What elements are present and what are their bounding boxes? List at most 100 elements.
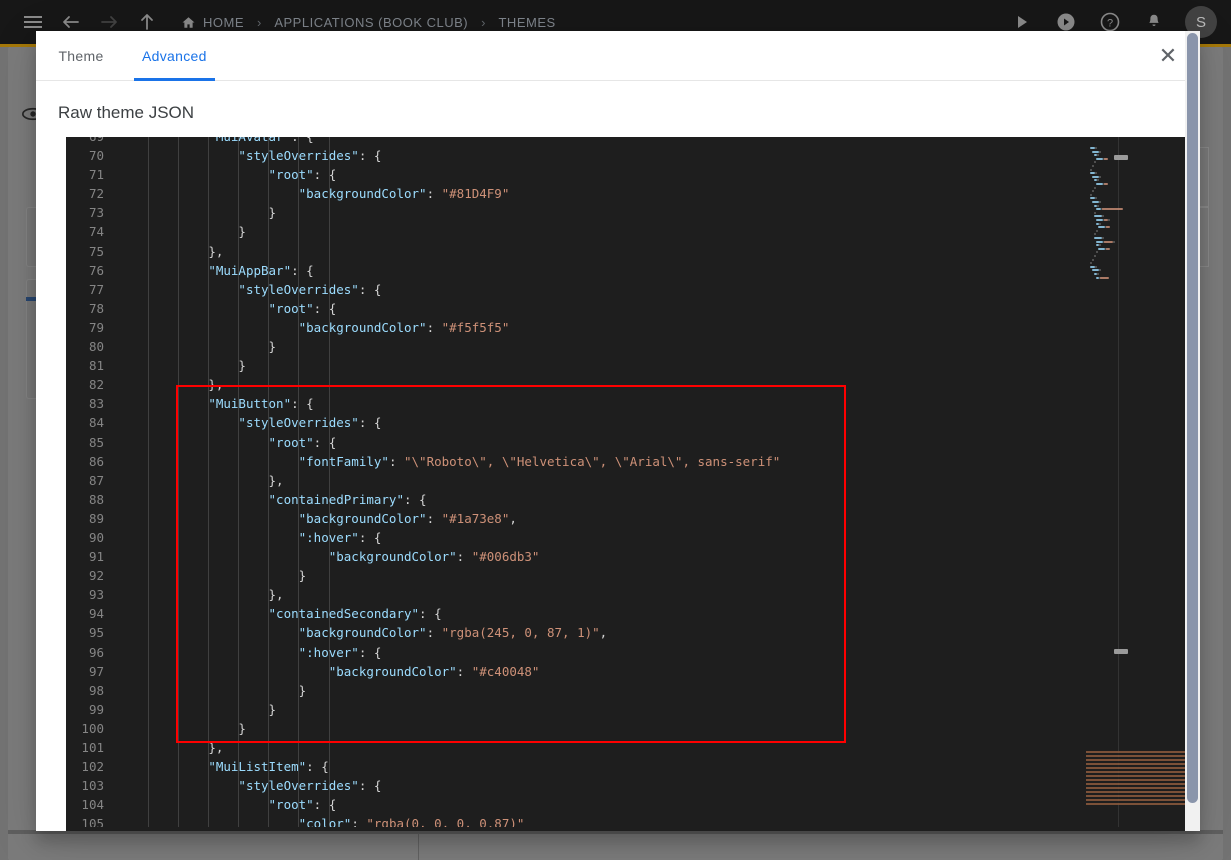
code-text: "styleOverrides": { <box>238 281 382 297</box>
minimap-line <box>1095 265 1098 268</box>
close-glyph: ✕ <box>1158 42 1178 68</box>
minimap-line <box>1096 229 1098 232</box>
code-editor[interactable]: 69 "MuiAvatar": { 70 "styleOverrides": { 7… <box>66 137 1200 831</box>
minimap-line <box>1096 154 1099 157</box>
minimap-line <box>1101 208 1123 211</box>
code-text: }, <box>208 740 224 755</box>
tab-label: Advanced <box>142 47 207 64</box>
code-line: 91 "backgroundColor": "#006db3" <box>66 547 1078 566</box>
dialog-scrollbar-thumb[interactable] <box>1187 33 1198 803</box>
line-number: 70 <box>88 148 104 164</box>
line-number: 83 <box>88 396 104 412</box>
minimap-line <box>1096 204 1099 207</box>
line-number: 81 <box>88 358 104 374</box>
line-number: 79 <box>88 319 104 335</box>
minimap-line <box>1098 201 1101 203</box>
minimap-line <box>1090 193 1092 196</box>
tab-theme[interactable]: Theme <box>36 31 126 80</box>
code-line: 89 "backgroundColor": "#1a73e8", <box>66 509 1078 528</box>
code-text: "backgroundColor": "#c40048" <box>328 663 540 679</box>
code-text: } <box>238 358 246 374</box>
line-number: 98 <box>88 682 104 698</box>
code-line: 78 "root": { <box>66 299 1078 318</box>
code-text: "backgroundColor": "rgba(245, 0, 87, 1)"… <box>298 625 608 641</box>
editor-minimap[interactable] <box>1078 137 1200 831</box>
line-number: 92 <box>88 568 104 584</box>
minimap-line <box>1094 161 1096 164</box>
code-text: "MuiAvatar": { <box>118 137 313 146</box>
line-number: 77 <box>88 281 104 297</box>
line-number: 76 <box>88 262 104 278</box>
minimap-line <box>1098 269 1101 272</box>
code-text: "root": { <box>268 797 337 813</box>
minimap-line <box>1098 226 1106 229</box>
code-line: 86 "fontFamily": "\"Roboto\", \"Helvetic… <box>66 452 1078 471</box>
code-text: "fontFamily": "\"Roboto\", \"Helvetica\"… <box>298 453 781 469</box>
minimap-line <box>1098 175 1101 178</box>
minimap-line <box>1090 262 1092 265</box>
code-text: } <box>238 720 246 736</box>
code-text: } <box>298 682 307 698</box>
line-number: 93 <box>88 587 104 603</box>
tab-advanced[interactable]: Advanced <box>126 31 223 81</box>
code-text: "root": { <box>268 167 337 183</box>
minimap-line <box>1105 247 1110 250</box>
minimap-line <box>1090 172 1095 175</box>
minimap-line <box>1090 197 1095 200</box>
code-line: 79 "backgroundColor": "#f5f5f5" <box>66 318 1078 337</box>
code-text: }, <box>208 377 224 393</box>
code-text: } <box>268 205 277 221</box>
line-number: 96 <box>88 644 104 660</box>
minimap-line <box>1090 168 1092 171</box>
line-number: 97 <box>88 663 104 679</box>
minimap-line <box>1099 244 1102 247</box>
minimap-line <box>1103 157 1108 160</box>
code-editor-viewport[interactable]: 69 "MuiAvatar": { 70 "styleOverrides": { 7… <box>66 137 1078 831</box>
code-line: 69 "MuiAvatar": { <box>66 137 1078 146</box>
minimap-line <box>1094 147 1097 149</box>
code-line: 82 }, <box>66 375 1078 394</box>
code-line: 75 }, <box>66 242 1078 261</box>
close-icon[interactable]: ✕ <box>1146 34 1190 78</box>
editor-scrollbar[interactable] <box>1064 137 1078 831</box>
line-number: 74 <box>88 224 104 240</box>
line-number: 88 <box>88 491 104 507</box>
minimap-slider-line <box>1118 137 1119 831</box>
code-line: 101 }, <box>66 738 1078 757</box>
minimap-line <box>1105 226 1110 229</box>
minimap-line <box>1096 273 1099 275</box>
code-text: } <box>238 224 246 240</box>
code-text: "backgroundColor": "#1a73e8", <box>298 510 517 526</box>
editor-horizontal-scrollbar[interactable] <box>66 827 1200 831</box>
code-line: 97 "backgroundColor": "#c40048" <box>66 662 1078 681</box>
code-line: 94 "containedSecondary": { <box>66 604 1078 623</box>
code-text: } <box>268 701 277 717</box>
code-line: 100 } <box>66 719 1078 738</box>
minimap-line <box>1096 219 1104 221</box>
minimap-marker <box>1114 649 1128 654</box>
line-number: 89 <box>88 510 104 526</box>
code-line: 85 "root": { <box>66 433 1078 452</box>
minimap-line <box>1096 240 1104 243</box>
dialog-scrollbar[interactable] <box>1185 31 1200 831</box>
minimap-line <box>1099 276 1109 279</box>
minimap-line <box>1101 215 1104 218</box>
code-line: 104 "root": { <box>66 795 1078 814</box>
minimap-line <box>1092 150 1099 153</box>
code-line: 87 }, <box>66 471 1078 490</box>
code-line: 90 ":hover": { <box>66 528 1078 547</box>
line-number: 103 <box>81 778 104 794</box>
code-line: 73 } <box>66 203 1078 222</box>
minimap-line <box>1092 190 1094 193</box>
code-line: 98 } <box>66 681 1078 700</box>
code-line: 71 "root": { <box>66 165 1078 184</box>
line-number: 85 <box>88 434 104 450</box>
minimap-line <box>1094 237 1103 239</box>
code-line: 102 "MuiListItem": { <box>66 757 1078 776</box>
minimap-line <box>1094 172 1097 175</box>
line-number: 75 <box>88 243 104 259</box>
minimap-line <box>1090 147 1095 149</box>
code-line: 96 ":hover": { <box>66 643 1078 662</box>
minimap-line <box>1103 183 1108 185</box>
code-text: "backgroundColor": "#006db3" <box>328 549 540 565</box>
